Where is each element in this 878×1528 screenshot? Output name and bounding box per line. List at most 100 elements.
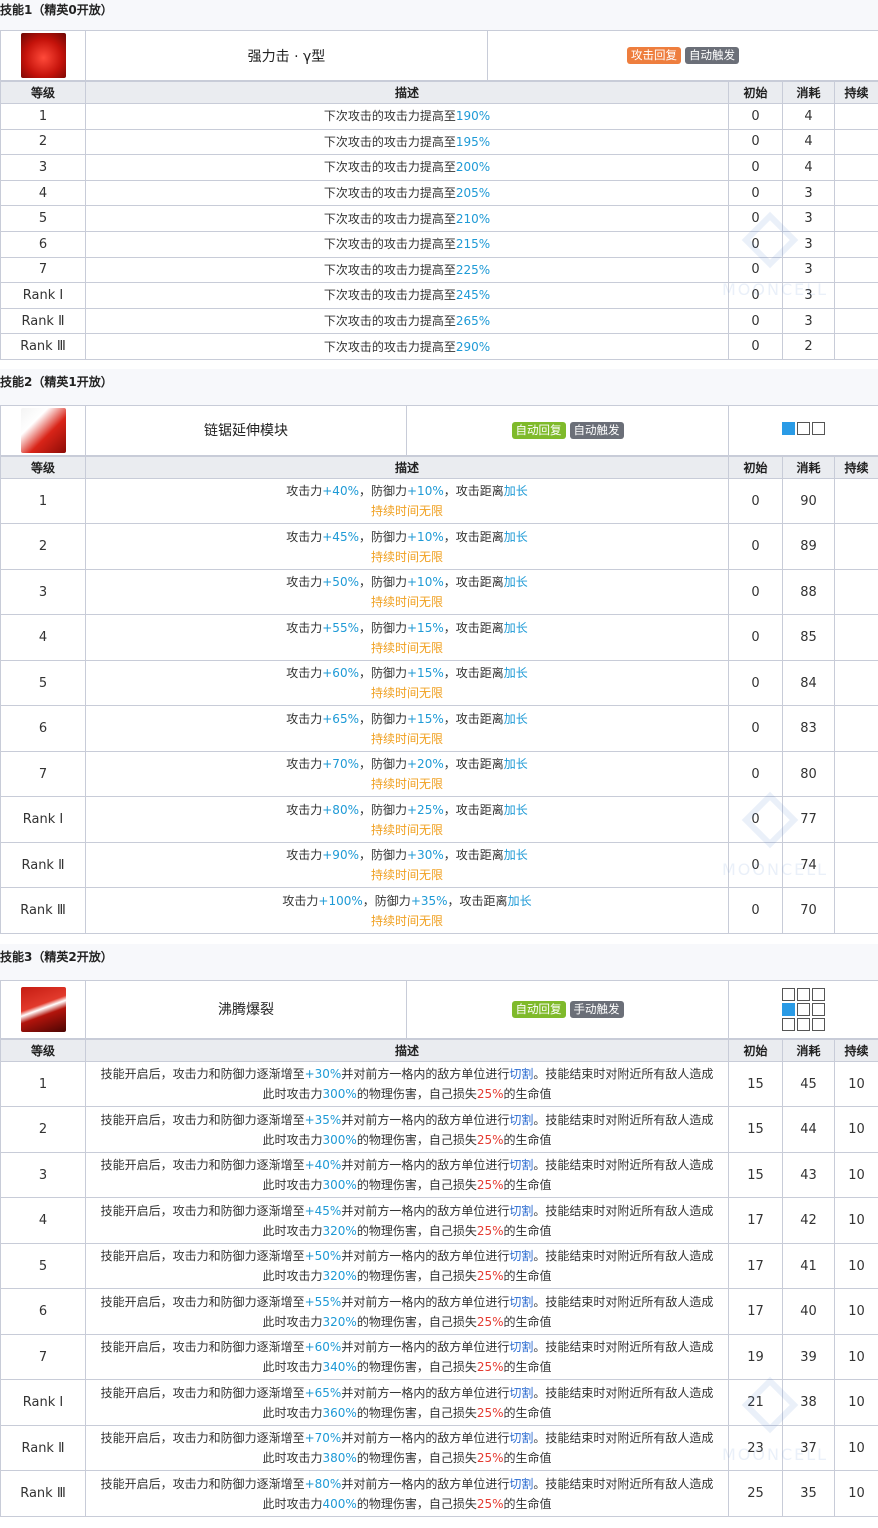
- description-cell: 下次攻击的攻击力提高至195%: [85, 128, 729, 156]
- desc-value: 320%: [322, 1314, 357, 1329]
- desc-text: 技能开启后，攻击力和防御力逐渐增至: [100, 1158, 305, 1173]
- desc-text: ，防御力: [358, 529, 407, 544]
- desc-value: 25%: [476, 1314, 504, 1329]
- desc-value: +50%: [322, 575, 359, 590]
- desc-value: 加长: [503, 575, 528, 590]
- desc-line: 技能开启后，攻击力和防御力逐渐增至+50%并对前方一格内的敌方单位进行切割。技能…: [86, 1246, 728, 1266]
- desc-value: 290%: [455, 339, 491, 354]
- col-level: 等级: [0, 81, 86, 104]
- desc-value: 加长: [503, 620, 528, 635]
- desc-text: 并对前方一格内的敌方单位进行: [341, 1249, 510, 1264]
- desc-text: 此时攻击力: [262, 1178, 323, 1193]
- initial-sp-cell: 0: [728, 887, 783, 934]
- desc-text: 的生命值: [503, 1178, 552, 1193]
- desc-value: +40%: [304, 1158, 342, 1173]
- sp-cost-cell: 88: [782, 568, 835, 616]
- desc-text: 攻击力: [286, 802, 323, 817]
- level-cell: 4: [0, 1197, 86, 1244]
- level-cell: Rank Ⅱ: [0, 1424, 86, 1472]
- level-cell: 2: [0, 523, 86, 570]
- desc-text: 技能开启后，攻击力和防御力逐渐增至: [100, 1431, 305, 1446]
- desc-text: 此时攻击力: [262, 1269, 323, 1284]
- desc-value: 205%: [455, 186, 491, 201]
- desc-line: 攻击力+65%，防御力+15%，攻击距离加长: [86, 709, 728, 729]
- table-row: 3 下次攻击的攻击力提高至200% 0 4: [0, 154, 878, 181]
- table-row: Rank Ⅱ 攻击力+90%，防御力+30%，攻击距离加长 持续时间无限 0 74: [0, 841, 878, 889]
- desc-text: 并对前方一格内的敌方单位进行: [341, 1203, 510, 1218]
- desc-text: 下次攻击的攻击力提高至: [323, 288, 456, 303]
- skill3-header-row: 沸腾爆裂 自动回复 手动触发: [0, 979, 878, 1039]
- col-duration: 持续: [834, 81, 878, 104]
- initial-sp-cell: 0: [728, 523, 783, 570]
- desc-value: 25%: [476, 1223, 504, 1238]
- sp-cost-cell: 3: [782, 205, 835, 232]
- desc-text: 技能开启后，攻击力和防御力逐渐增至: [100, 1203, 305, 1218]
- desc-duration: 持续时间无限: [370, 731, 443, 746]
- col-initial: 初始: [728, 1038, 783, 1062]
- desc-value: +45%: [304, 1203, 342, 1218]
- duration-cell: 10: [834, 1242, 878, 1290]
- initial-sp-cell: 17: [728, 1288, 783, 1335]
- skill2-name: 链锯延伸模块: [204, 423, 288, 440]
- desc-value: 加长: [503, 802, 528, 817]
- level-cell: 5: [0, 205, 86, 232]
- sp-cost-cell: 4: [782, 103, 835, 130]
- skill2-section-title: 技能2（精英1开放）: [0, 368, 878, 405]
- desc-value: 300%: [322, 1087, 357, 1102]
- level-cell: Rank Ⅱ: [0, 841, 86, 889]
- initial-sp-cell: 0: [728, 333, 783, 360]
- desc-text: 攻击力: [286, 757, 323, 772]
- col-cost: 消耗: [782, 455, 835, 479]
- level-cell: 2: [0, 1106, 86, 1153]
- desc-text: 。技能结束时对附近所有敌人造成: [533, 1203, 714, 1218]
- table-row: 6 下次攻击的攻击力提高至215% 0 3: [0, 230, 878, 258]
- desc-value: 190%: [455, 109, 491, 124]
- desc-value: +80%: [322, 802, 359, 817]
- desc-text: 的生命值: [503, 1269, 552, 1284]
- table-row: 5 下次攻击的攻击力提高至210% 0 3: [0, 205, 878, 232]
- desc-text: 并对前方一格内的敌方单位进行: [341, 1294, 510, 1309]
- desc-line: 技能开启后，攻击力和防御力逐渐增至+40%并对前方一格内的敌方单位进行切割。技能…: [86, 1155, 728, 1175]
- attack-range-grid: [782, 421, 825, 435]
- desc-text: 技能开启后，攻击力和防御力逐渐增至: [100, 1294, 305, 1309]
- description-cell: 技能开启后，攻击力和防御力逐渐增至+40%并对前方一格内的敌方单位进行切割。技能…: [85, 1151, 729, 1199]
- desc-value: 25%: [476, 1496, 504, 1511]
- desc-text: 下次攻击的攻击力提高至: [323, 262, 456, 277]
- desc-text: ，攻击距离: [443, 848, 504, 863]
- level-cell: 1: [0, 103, 86, 130]
- desc-value: 320%: [322, 1269, 357, 1284]
- duration-cell: [834, 103, 878, 130]
- desc-keyword: 切割: [509, 1385, 534, 1400]
- skill3-name: 沸腾爆裂: [218, 1002, 274, 1019]
- desc-value: +50%: [304, 1249, 342, 1264]
- level-cell: 2: [0, 128, 86, 156]
- sp-cost-cell: 70: [782, 887, 835, 934]
- desc-text: 下次攻击的攻击力提高至: [323, 109, 456, 124]
- duration-cell: [834, 256, 878, 284]
- skill1-header-row: 强力击 · γ型 攻击回复 自动触发: [0, 30, 878, 81]
- desc-value: +100%: [318, 893, 363, 908]
- sp-cost-cell: 74: [782, 841, 835, 889]
- initial-sp-cell: 25: [728, 1470, 783, 1517]
- sp-cost-cell: 77: [782, 796, 835, 843]
- description-cell: 攻击力+70%，防御力+20%，攻击距离加长 持续时间无限: [85, 750, 729, 798]
- duration-cell: [834, 659, 878, 707]
- desc-line: 技能开启后，攻击力和防御力逐渐增至+60%并对前方一格内的敌方单位进行切割。技能…: [86, 1337, 728, 1357]
- initial-sp-cell: 0: [728, 568, 783, 616]
- level-cell: Rank Ⅰ: [0, 282, 86, 309]
- range-tile: [797, 421, 810, 435]
- table-row: 4 下次攻击的攻击力提高至205% 0 3: [0, 179, 878, 207]
- description-cell: 攻击力+90%，防御力+30%，攻击距离加长 持续时间无限: [85, 841, 729, 889]
- level-cell: 6: [0, 230, 86, 258]
- level-cell: Rank Ⅲ: [0, 333, 86, 360]
- duration-cell: [834, 154, 878, 181]
- desc-text: 。技能结束时对附近所有敌人造成: [533, 1431, 714, 1446]
- desc-line: 攻击力+45%，防御力+10%，攻击距离加长: [86, 527, 728, 547]
- description-cell: 技能开启后，攻击力和防御力逐渐增至+70%并对前方一格内的敌方单位进行切割。技能…: [85, 1424, 729, 1472]
- duration-cell: [834, 128, 878, 156]
- initial-sp-cell: 15: [728, 1060, 783, 1108]
- initial-sp-cell: 0: [728, 659, 783, 707]
- desc-value: +10%: [407, 484, 444, 499]
- duration-cell: [834, 750, 878, 798]
- description-cell: 技能开启后，攻击力和防御力逐渐增至+65%并对前方一格内的敌方单位进行切割。技能…: [85, 1379, 729, 1426]
